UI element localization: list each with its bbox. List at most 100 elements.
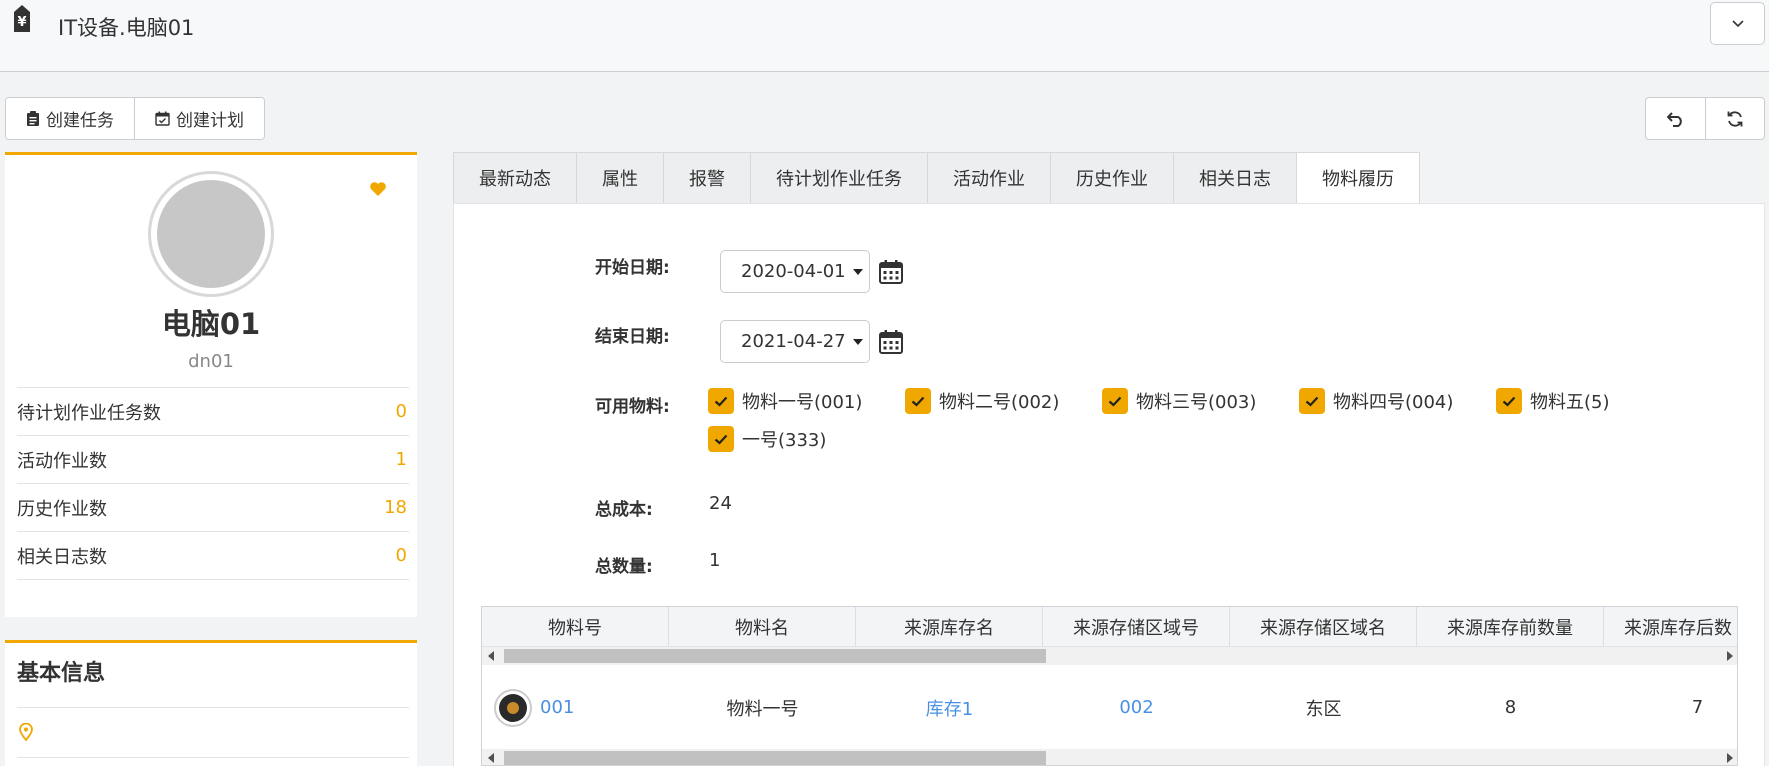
stat-value: 1	[395, 449, 407, 470]
table-cell: 8	[1504, 697, 1517, 718]
avatar-image	[157, 180, 265, 288]
material-label: 物料五(5)	[1530, 392, 1610, 413]
stat-row-active-jobs[interactable]: 活动作业数 1	[17, 436, 409, 484]
end-date-label: 结束日期:	[595, 327, 670, 347]
column-header[interactable]: 物料名	[669, 607, 856, 647]
checkbox-checked-icon	[708, 388, 734, 414]
tab-alarms[interactable]: 报警	[663, 152, 750, 204]
table-cell: 001	[482, 667, 669, 748]
start-date-value: 2020-04-01	[741, 261, 846, 282]
material-checkbox-001[interactable]: 物料一号(001)	[708, 388, 862, 414]
material-checkbox-004[interactable]: 物料四号(004)	[1299, 388, 1453, 414]
total-qty-label: 总数量:	[595, 557, 653, 577]
scroll-left-icon[interactable]	[488, 753, 494, 763]
stats-list: 待计划作业任务数 0 活动作业数 1 历史作业数 18 相关日志数 0	[17, 387, 409, 580]
start-date-label: 开始日期:	[595, 258, 670, 278]
chevron-down-icon	[1731, 19, 1744, 27]
tab-material-history[interactable]: 物料履历	[1296, 152, 1420, 204]
material-thumbnail	[494, 688, 532, 727]
scroll-right-icon[interactable]	[1727, 753, 1733, 763]
tab-latest[interactable]: 最新动态	[453, 152, 576, 204]
checkbox-checked-icon	[905, 388, 931, 414]
back-button[interactable]	[1646, 98, 1705, 139]
stat-label: 历史作业数	[17, 498, 107, 520]
column-header[interactable]: 来源存储区域名	[1230, 607, 1417, 647]
svg-text:¥: ¥	[17, 15, 26, 30]
table-cell: 7	[1691, 697, 1704, 718]
price-tag-yen-icon: ¥	[14, 5, 30, 32]
tab-active-jobs[interactable]: 活动作业	[927, 152, 1050, 204]
material-checkbox-5[interactable]: 物料五(5)	[1496, 388, 1610, 414]
clipboard-icon	[27, 110, 39, 126]
material-label: 物料二号(002)	[939, 392, 1060, 413]
material-code-link[interactable]: 001	[540, 697, 574, 718]
refresh-icon	[1727, 110, 1743, 127]
tab-related-logs[interactable]: 相关日志	[1173, 152, 1296, 204]
top-bar: ¥ IT设备.电脑01	[0, 0, 1769, 72]
page-title: IT设备.电脑01	[58, 16, 195, 40]
stat-row-related-logs[interactable]: 相关日志数 0	[17, 532, 409, 580]
location-pin-icon	[19, 723, 33, 741]
scroll-left-icon[interactable]	[488, 651, 494, 661]
tab-attributes[interactable]: 属性	[576, 152, 663, 204]
calendar-check-icon	[155, 111, 170, 126]
heart-icon[interactable]	[369, 181, 387, 197]
end-date-select[interactable]: 2021-04-27	[720, 320, 870, 363]
header-scrollbar[interactable]	[482, 647, 1737, 665]
scrollbar-thumb[interactable]	[504, 751, 1046, 765]
calendar-icon[interactable]	[878, 259, 904, 285]
caret-down-icon	[853, 269, 863, 275]
calendar-icon[interactable]	[878, 329, 904, 355]
divider	[17, 707, 409, 708]
column-header[interactable]: 来源库存前数量	[1417, 607, 1604, 647]
start-date-select[interactable]: 2020-04-01	[720, 250, 870, 293]
total-qty-value: 1	[709, 550, 721, 571]
area-code-link[interactable]: 002	[1043, 667, 1230, 748]
undo-icon	[1666, 111, 1682, 127]
table-row[interactable]: 001 物料一号 库存1 002 东区 8 7	[482, 667, 1737, 748]
stat-value: 0	[395, 401, 407, 422]
stat-row-history-jobs[interactable]: 历史作业数 18	[17, 484, 409, 532]
column-header[interactable]: 来源库存名	[856, 607, 1043, 647]
stat-label: 待计划作业任务数	[17, 402, 161, 424]
table-cell: 物料一号	[726, 698, 799, 720]
total-cost-value: 24	[709, 493, 732, 514]
column-header[interactable]: 物料号	[482, 607, 669, 647]
stat-value: 0	[395, 545, 407, 566]
tab-pending-tasks[interactable]: 待计划作业任务	[750, 152, 927, 204]
create-task-button[interactable]: 创建任务	[6, 98, 134, 139]
basic-info-card: 基本信息	[5, 640, 417, 766]
tab-history-jobs[interactable]: 历史作业	[1050, 152, 1173, 204]
scroll-right-icon[interactable]	[1727, 651, 1733, 661]
stat-row-pending-tasks[interactable]: 待计划作业任务数 0	[17, 388, 409, 436]
divider	[17, 757, 409, 758]
header-dropdown-button[interactable]	[1710, 2, 1765, 45]
column-header[interactable]: 来源库存后数	[1604, 607, 1737, 647]
basic-info-title: 基本信息	[17, 661, 106, 686]
device-name: 电脑01	[161, 307, 261, 341]
stat-label: 活动作业数	[17, 450, 107, 472]
refresh-button[interactable]	[1705, 98, 1764, 139]
scrollbar-thumb[interactable]	[504, 649, 1046, 663]
material-checkbox-002[interactable]: 物料二号(002)	[905, 388, 1059, 414]
stat-label: 相关日志数	[17, 546, 107, 568]
stock-name-link[interactable]: 库存1	[856, 667, 1043, 748]
create-plan-button[interactable]: 创建计划	[134, 98, 264, 139]
material-label: 物料一号(001)	[742, 392, 863, 413]
material-checkbox-333[interactable]: 一号(333)	[708, 426, 826, 452]
device-code: dn01	[188, 351, 234, 372]
create-plan-label: 创建计划	[176, 111, 244, 131]
material-checkbox-003[interactable]: 物料三号(003)	[1102, 388, 1256, 414]
action-button-group: 创建任务 创建计划	[5, 97, 265, 140]
device-profile-card: 电脑01 dn01 待计划作业任务数 0 活动作业数 1 历史作业数 18 相关…	[5, 152, 417, 617]
material-label: 物料三号(003)	[1136, 392, 1257, 413]
checkbox-checked-icon	[1102, 388, 1128, 414]
page-controls	[1645, 97, 1765, 140]
column-header[interactable]: 来源存储区域号	[1043, 607, 1230, 647]
avatar	[148, 171, 274, 297]
material-label: 物料四号(004)	[1333, 392, 1454, 413]
table-scrollbar[interactable]	[482, 749, 1737, 765]
table-header: 物料号 物料名 来源库存名 来源存储区域号 来源存储区域名 来源库存前数量 来源…	[482, 607, 1737, 647]
material-label: 一号(333)	[742, 430, 827, 451]
checkbox-checked-icon	[708, 426, 734, 452]
